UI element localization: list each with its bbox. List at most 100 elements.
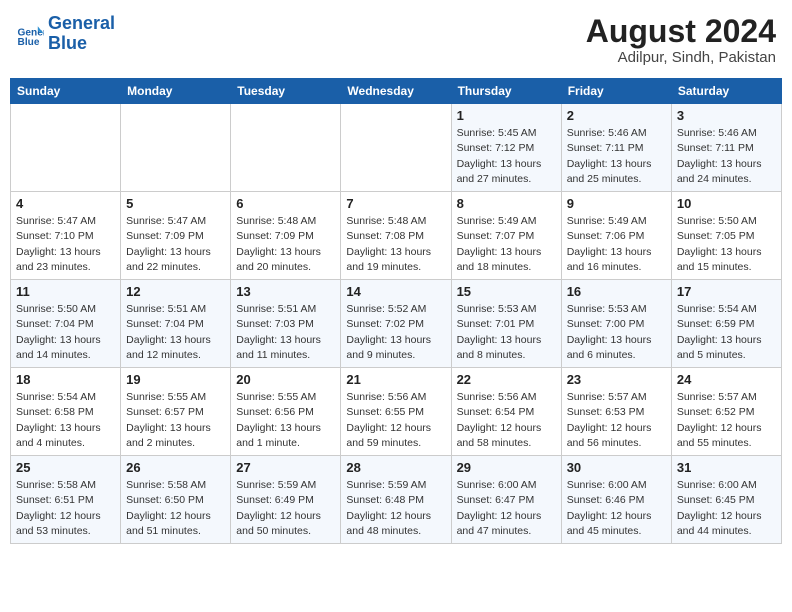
- day-info: Sunrise: 5:52 AM Sunset: 7:02 PM Dayligh…: [346, 302, 445, 363]
- day-header-saturday: Saturday: [671, 79, 781, 104]
- day-info: Sunrise: 5:59 AM Sunset: 6:48 PM Dayligh…: [346, 478, 445, 539]
- calendar-week-4: 18 Sunrise: 5:54 AM Sunset: 6:58 PM Dayli…: [11, 368, 782, 456]
- calendar-cell: [121, 104, 231, 192]
- day-header-wednesday: Wednesday: [341, 79, 451, 104]
- title-block: August 2024 Adilpur, Sindh, Pakistan: [586, 14, 776, 66]
- day-number: 2: [567, 108, 666, 123]
- day-number: 18: [16, 372, 115, 387]
- header: General Blue General Blue August 2024 Ad…: [10, 10, 782, 70]
- calendar-cell: 25Sunrise: 5:58 AM Sunset: 6:51 PM Dayli…: [11, 456, 121, 544]
- day-number: 29: [457, 460, 556, 475]
- calendar-cell: 7 Sunrise: 5:48 AM Sunset: 7:08 PM Daylig…: [341, 192, 451, 280]
- calendar-table: SundayMondayTuesdayWednesdayThursdayFrid…: [10, 78, 782, 544]
- calendar-cell: 30Sunrise: 6:00 AM Sunset: 6:46 PM Dayli…: [561, 456, 671, 544]
- day-info: Sunrise: 5:48 AM Sunset: 7:08 PM Dayligh…: [346, 214, 445, 275]
- day-info: Sunrise: 5:50 AM Sunset: 7:05 PM Dayligh…: [677, 214, 776, 275]
- logo-line1: General: [48, 14, 115, 34]
- subtitle: Adilpur, Sindh, Pakistan: [586, 49, 776, 66]
- calendar-cell: 28 Sunrise: 5:59 AM Sunset: 6:48 PM Dayli…: [341, 456, 451, 544]
- day-number: 4: [16, 196, 115, 211]
- day-info: Sunrise: 5:49 AM Sunset: 7:06 PM Dayligh…: [567, 214, 666, 275]
- day-info: Sunrise: 5:58 AM Sunset: 6:50 PM Dayligh…: [126, 478, 225, 539]
- day-number: 7: [346, 196, 445, 211]
- day-header-sunday: Sunday: [11, 79, 121, 104]
- calendar-cell: 13Sunrise: 5:51 AM Sunset: 7:03 PM Dayli…: [231, 280, 341, 368]
- day-number: 27: [236, 460, 335, 475]
- calendar-week-3: 11 Sunrise: 5:50 AM Sunset: 7:04 PM Dayli…: [11, 280, 782, 368]
- calendar-cell: 1Sunrise: 5:45 AM Sunset: 7:12 PM Daylig…: [451, 104, 561, 192]
- day-number: 28: [346, 460, 445, 475]
- calendar-cell: 2 Sunrise: 5:46 AM Sunset: 7:11 PM Daylig…: [561, 104, 671, 192]
- day-number: 15: [457, 284, 556, 299]
- calendar-cell: 26Sunrise: 5:58 AM Sunset: 6:50 PM Dayli…: [121, 456, 231, 544]
- day-number: 25: [16, 460, 115, 475]
- calendar-week-1: 1Sunrise: 5:45 AM Sunset: 7:12 PM Daylig…: [11, 104, 782, 192]
- day-info: Sunrise: 5:56 AM Sunset: 6:55 PM Dayligh…: [346, 390, 445, 451]
- calendar-cell: 20Sunrise: 5:55 AM Sunset: 6:56 PM Dayli…: [231, 368, 341, 456]
- calendar-cell: 17 Sunrise: 5:54 AM Sunset: 6:59 PM Dayli…: [671, 280, 781, 368]
- day-info: Sunrise: 5:47 AM Sunset: 7:10 PM Dayligh…: [16, 214, 115, 275]
- calendar-cell: [11, 104, 121, 192]
- logo-text: General Blue: [48, 14, 115, 54]
- day-info: Sunrise: 5:55 AM Sunset: 6:56 PM Dayligh…: [236, 390, 335, 451]
- day-header-monday: Monday: [121, 79, 231, 104]
- day-info: Sunrise: 5:53 AM Sunset: 7:01 PM Dayligh…: [457, 302, 556, 363]
- day-info: Sunrise: 6:00 AM Sunset: 6:45 PM Dayligh…: [677, 478, 776, 539]
- day-info: Sunrise: 5:50 AM Sunset: 7:04 PM Dayligh…: [16, 302, 115, 363]
- day-number: 30: [567, 460, 666, 475]
- day-header-thursday: Thursday: [451, 79, 561, 104]
- day-info: Sunrise: 5:53 AM Sunset: 7:00 PM Dayligh…: [567, 302, 666, 363]
- day-info: Sunrise: 5:48 AM Sunset: 7:09 PM Dayligh…: [236, 214, 335, 275]
- day-info: Sunrise: 5:51 AM Sunset: 7:04 PM Dayligh…: [126, 302, 225, 363]
- day-info: Sunrise: 5:55 AM Sunset: 6:57 PM Dayligh…: [126, 390, 225, 451]
- calendar-cell: 4 Sunrise: 5:47 AM Sunset: 7:10 PM Daylig…: [11, 192, 121, 280]
- calendar-cell: 18 Sunrise: 5:54 AM Sunset: 6:58 PM Dayli…: [11, 368, 121, 456]
- day-info: Sunrise: 5:46 AM Sunset: 7:11 PM Dayligh…: [567, 126, 666, 187]
- day-info: Sunrise: 5:49 AM Sunset: 7:07 PM Dayligh…: [457, 214, 556, 275]
- calendar-cell: 15 Sunrise: 5:53 AM Sunset: 7:01 PM Dayli…: [451, 280, 561, 368]
- calendar-cell: 12 Sunrise: 5:51 AM Sunset: 7:04 PM Dayli…: [121, 280, 231, 368]
- calendar-week-2: 4 Sunrise: 5:47 AM Sunset: 7:10 PM Daylig…: [11, 192, 782, 280]
- day-number: 19: [126, 372, 225, 387]
- day-number: 21: [346, 372, 445, 387]
- day-info: Sunrise: 5:59 AM Sunset: 6:49 PM Dayligh…: [236, 478, 335, 539]
- day-info: Sunrise: 5:54 AM Sunset: 6:58 PM Dayligh…: [16, 390, 115, 451]
- calendar-header: SundayMondayTuesdayWednesdayThursdayFrid…: [11, 79, 782, 104]
- day-number: 17: [677, 284, 776, 299]
- day-number: 6: [236, 196, 335, 211]
- calendar-cell: 9Sunrise: 5:49 AM Sunset: 7:06 PM Daylig…: [561, 192, 671, 280]
- calendar-cell: 5 Sunrise: 5:47 AM Sunset: 7:09 PM Daylig…: [121, 192, 231, 280]
- day-number: 1: [457, 108, 556, 123]
- calendar-cell: 23Sunrise: 5:57 AM Sunset: 6:53 PM Dayli…: [561, 368, 671, 456]
- calendar-cell: 16Sunrise: 5:53 AM Sunset: 7:00 PM Dayli…: [561, 280, 671, 368]
- day-number: 10: [677, 196, 776, 211]
- day-number: 8: [457, 196, 556, 211]
- calendar-body: 1Sunrise: 5:45 AM Sunset: 7:12 PM Daylig…: [11, 104, 782, 544]
- day-header-tuesday: Tuesday: [231, 79, 341, 104]
- calendar-cell: 21 Sunrise: 5:56 AM Sunset: 6:55 PM Dayli…: [341, 368, 451, 456]
- calendar-cell: [231, 104, 341, 192]
- day-header-friday: Friday: [561, 79, 671, 104]
- day-number: 5: [126, 196, 225, 211]
- day-info: Sunrise: 5:56 AM Sunset: 6:54 PM Dayligh…: [457, 390, 556, 451]
- logo-icon: General Blue: [16, 20, 44, 48]
- calendar-cell: 19 Sunrise: 5:55 AM Sunset: 6:57 PM Dayli…: [121, 368, 231, 456]
- day-number: 12: [126, 284, 225, 299]
- day-info: Sunrise: 5:57 AM Sunset: 6:52 PM Dayligh…: [677, 390, 776, 451]
- day-number: 23: [567, 372, 666, 387]
- day-info: Sunrise: 5:47 AM Sunset: 7:09 PM Dayligh…: [126, 214, 225, 275]
- day-info: Sunrise: 5:46 AM Sunset: 7:11 PM Dayligh…: [677, 126, 776, 187]
- logo-line2: Blue: [48, 34, 115, 54]
- day-info: Sunrise: 6:00 AM Sunset: 6:47 PM Dayligh…: [457, 478, 556, 539]
- logo: General Blue General Blue: [16, 14, 115, 54]
- day-number: 24: [677, 372, 776, 387]
- day-number: 3: [677, 108, 776, 123]
- day-number: 11: [16, 284, 115, 299]
- calendar-cell: [341, 104, 451, 192]
- day-number: 13: [236, 284, 335, 299]
- calendar-cell: 10 Sunrise: 5:50 AM Sunset: 7:05 PM Dayli…: [671, 192, 781, 280]
- day-number: 31: [677, 460, 776, 475]
- calendar-cell: 11 Sunrise: 5:50 AM Sunset: 7:04 PM Dayli…: [11, 280, 121, 368]
- calendar-cell: 14Sunrise: 5:52 AM Sunset: 7:02 PM Dayli…: [341, 280, 451, 368]
- day-info: Sunrise: 5:54 AM Sunset: 6:59 PM Dayligh…: [677, 302, 776, 363]
